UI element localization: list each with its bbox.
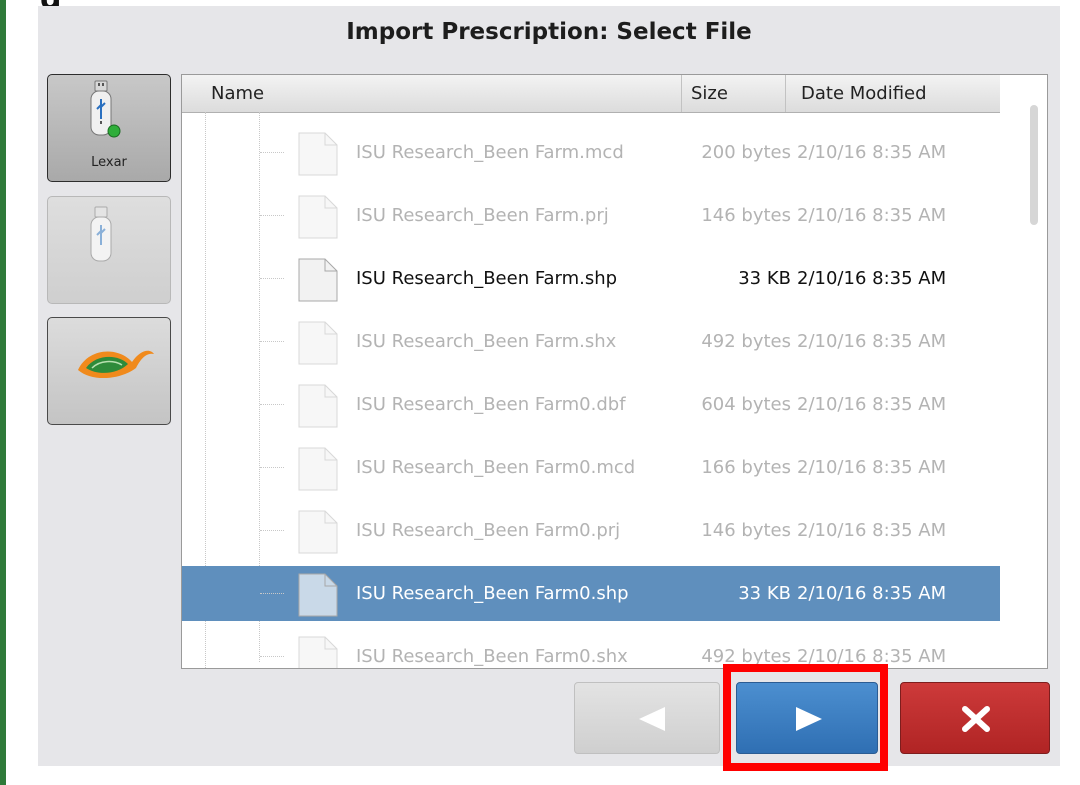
file-icon	[298, 132, 338, 176]
tree-connector	[260, 215, 284, 216]
tree-connector	[260, 341, 284, 342]
file-date: 2/10/16 8:35 AM	[797, 646, 947, 667]
file-icon	[298, 384, 338, 428]
source-label: Lexar	[91, 155, 127, 170]
file-name: ISU Research_Been Farm0.prj	[356, 520, 621, 541]
file-date: 2/10/16 8:35 AM	[797, 331, 947, 352]
file-icon	[298, 321, 338, 365]
tree-connector	[260, 278, 284, 279]
tree-connector	[260, 152, 284, 153]
file-date: 2/10/16 8:35 AM	[797, 520, 947, 541]
file-date: 2/10/16 8:35 AM	[797, 583, 947, 604]
import-dialog: Import Prescription: Select File Lexar N…	[38, 6, 1060, 766]
usb-drive-icon	[90, 206, 112, 262]
dialog-title: Import Prescription: Select File	[346, 19, 752, 45]
file-row[interactable]: ISU Research_Been Farm.shx 492 bytes 2/1…	[182, 314, 1000, 369]
tree-connector	[260, 530, 284, 531]
file-size: 492 bytes	[701, 646, 791, 667]
file-name: ISU Research_Been Farm.mcd	[356, 142, 624, 163]
file-size: 200 bytes	[701, 142, 791, 163]
file-date: 2/10/16 8:35 AM	[797, 142, 947, 163]
source-button-lexar[interactable]: Lexar	[47, 74, 171, 182]
file-size: 33 KB	[738, 268, 791, 289]
x-icon	[962, 706, 990, 732]
file-icon	[298, 195, 338, 239]
file-row[interactable]: ISU Research_Been Farm0.dbf 604 bytes 2/…	[182, 377, 1000, 432]
column-header-name[interactable]: Name	[182, 75, 682, 112]
file-row[interactable]: ISU Research_Been Farm.mcd 200 bytes 2/1…	[182, 125, 1000, 180]
file-rows: ISU Research_Been Farm.mcd 200 bytes 2/1…	[182, 112, 1000, 668]
file-list[interactable]: Name Size Date Modified ISU Research_Bee…	[181, 74, 1048, 669]
file-size: 492 bytes	[701, 331, 791, 352]
file-date: 2/10/16 8:35 AM	[797, 457, 947, 478]
triangle-right-icon	[796, 707, 822, 731]
cancel-button[interactable]	[900, 682, 1050, 754]
file-icon	[298, 636, 338, 668]
file-name: ISU Research_Been Farm.shp	[356, 268, 618, 289]
file-date: 2/10/16 8:35 AM	[797, 205, 947, 226]
file-size: 146 bytes	[701, 520, 791, 541]
file-name: ISU Research_Been Farm0.shx	[356, 646, 628, 667]
scrollbar-thumb[interactable]	[1030, 105, 1038, 225]
triangle-left-icon	[639, 707, 665, 731]
list-header: Name Size Date Modified	[182, 75, 1000, 113]
next-button[interactable]	[736, 682, 878, 754]
back-button[interactable]	[574, 682, 720, 754]
file-row[interactable]: ISU Research_Been Farm.shp 33 KB 2/10/16…	[182, 251, 1000, 306]
source-button-usb[interactable]	[47, 196, 171, 304]
tree-connector	[260, 593, 284, 594]
file-date: 2/10/16 8:35 AM	[797, 268, 947, 289]
file-row[interactable]: ISU Research_Been Farm0.prj 146 bytes 2/…	[182, 503, 1000, 558]
file-name: ISU Research_Been Farm0.shp	[356, 583, 629, 604]
column-header-date[interactable]: Date Modified	[786, 75, 1000, 112]
file-size: 604 bytes	[701, 394, 791, 415]
file-date: 2/10/16 8:35 AM	[797, 394, 947, 415]
file-row[interactable]: ISU Research_Been Farm0.shp 33 KB 2/10/1…	[182, 566, 1000, 621]
file-icon	[298, 510, 338, 554]
source-button-cloud[interactable]	[47, 317, 171, 425]
tree-connector	[260, 404, 284, 405]
file-name: ISU Research_Been Farm.prj	[356, 205, 609, 226]
file-size: 33 KB	[738, 583, 791, 604]
file-name: ISU Research_Been Farm.shx	[356, 331, 617, 352]
file-size: 146 bytes	[701, 205, 791, 226]
left-accent-bar	[0, 0, 6, 785]
file-name: ISU Research_Been Farm0.dbf	[356, 394, 626, 415]
column-header-size[interactable]: Size	[682, 75, 786, 112]
leaf-logo-icon	[78, 350, 154, 379]
file-row[interactable]: ISU Research_Been Farm0.shx 492 bytes 2/…	[182, 629, 1000, 668]
file-size: 166 bytes	[701, 457, 791, 478]
tree-connector	[260, 656, 284, 657]
tree-connector	[260, 467, 284, 468]
file-name: ISU Research_Been Farm0.mcd	[356, 457, 636, 478]
file-icon	[298, 258, 338, 302]
file-icon	[298, 573, 338, 617]
file-row[interactable]: ISU Research_Been Farm0.mcd 166 bytes 2/…	[182, 440, 1000, 495]
file-row[interactable]: ISU Research_Been Farm.prj 146 bytes 2/1…	[182, 188, 1000, 243]
file-icon	[298, 447, 338, 491]
